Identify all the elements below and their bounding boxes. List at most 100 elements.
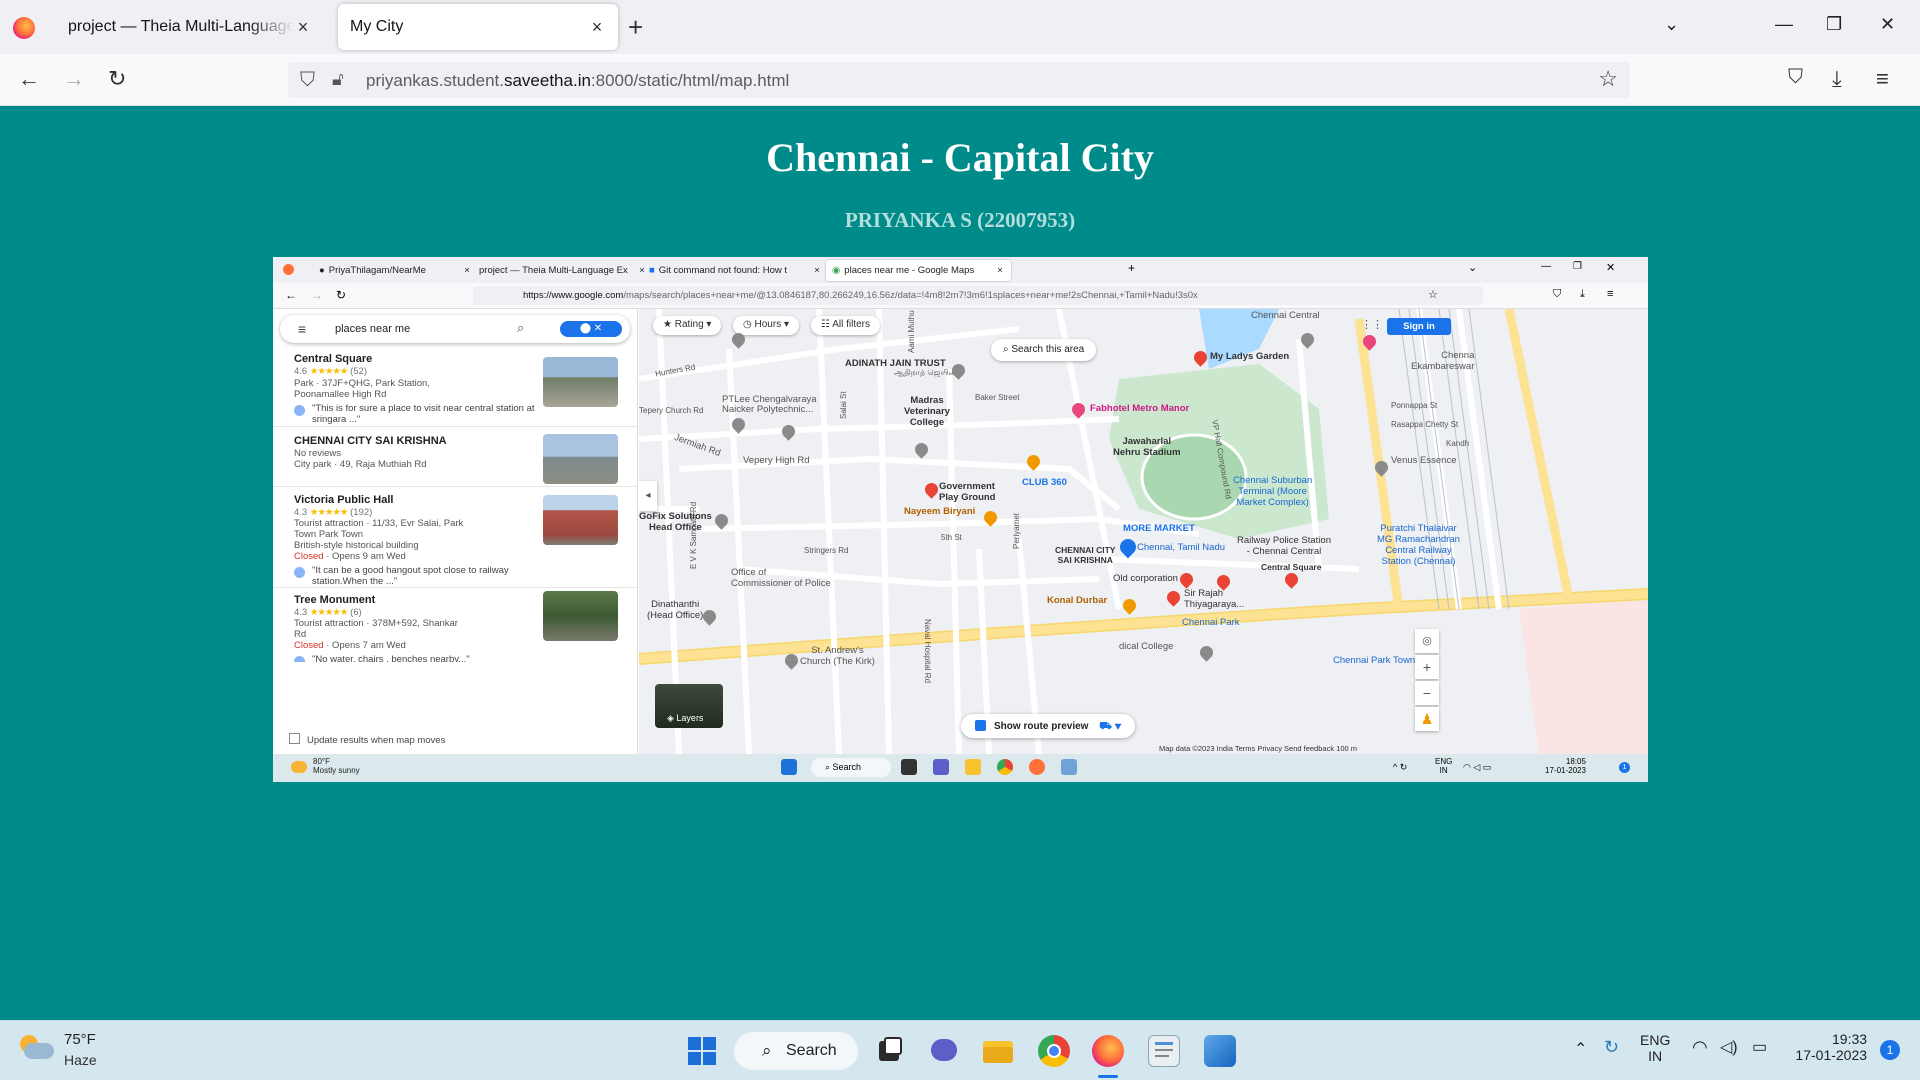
- restore-button[interactable]: ❐: [1826, 14, 1842, 35]
- result-review: "It can be a good hangout spot close to …: [294, 565, 614, 587]
- tab-project-theia[interactable]: project — Theia Multi-Language Ex ×: [56, 4, 324, 50]
- layers-button: ◈ Layers: [655, 684, 723, 728]
- notification-badge[interactable]: 1: [1880, 1040, 1900, 1060]
- result-name: Victoria Public Hall: [294, 494, 394, 506]
- filter-chip-rating: ★ Rating ▾: [653, 316, 722, 335]
- clock: 18:05 17-01-2023: [1545, 757, 1586, 775]
- search-label: Search: [786, 1042, 837, 1059]
- battery-icon[interactable]: ▭: [1752, 1037, 1767, 1057]
- result-address: Rd: [294, 629, 307, 640]
- url-bar[interactable]: ⛉ 🔓︎ priyankas.student.saveetha.in:8000/…: [288, 62, 1630, 98]
- pocket-icon: ⛉: [1553, 288, 1562, 300]
- weather-icon: [291, 761, 307, 773]
- list-tabs-icon: ⌄: [1468, 262, 1478, 274]
- weather-temp[interactable]: 75°F: [64, 1031, 96, 1048]
- map-label: Baker Street: [975, 393, 1020, 402]
- weather-haze-icon[interactable]: [20, 1035, 54, 1061]
- pegman-icon: ♟: [1415, 707, 1439, 731]
- result-rating: No reviews: [294, 448, 341, 459]
- embedded-tab: project — Theia Multi-Language Ex ×: [479, 265, 645, 276]
- embedded-tab: ● PriyaThilagam/NearMe ×: [319, 265, 470, 276]
- map-label: Venus Essence: [1391, 455, 1457, 466]
- result-rating: 4.6 ★★★★★ (52): [294, 366, 367, 377]
- map-label: Salai St: [839, 391, 848, 419]
- map-label: Chennai Park Town: [1333, 655, 1416, 666]
- page-content: Chennai - Capital City PRIYANKA S (22007…: [0, 106, 1920, 1020]
- notepad-icon[interactable]: [1148, 1035, 1180, 1067]
- show-hidden-icons-chevron[interactable]: ⌃: [1574, 1039, 1587, 1059]
- map-label: Office of Commissioner of Police: [731, 567, 831, 589]
- close-tab-icon[interactable]: ×: [588, 17, 606, 38]
- wifi-icon[interactable]: ◠: [1692, 1037, 1708, 1058]
- url-text[interactable]: priyankas.student.saveetha.in:8000/stati…: [366, 71, 789, 91]
- close-window-button[interactable]: ✕: [1880, 14, 1895, 35]
- map-label: My Ladys Garden: [1210, 351, 1290, 362]
- apps-grid-icon: ⋮⋮: [1361, 319, 1383, 331]
- map-label: E V K Sampath Rd: [689, 501, 698, 569]
- map-label: Central Square: [1261, 562, 1322, 572]
- bookmark-star-icon[interactable]: ☆: [1598, 66, 1618, 92]
- back-icon[interactable]: ←: [18, 66, 40, 92]
- taskbar-search[interactable]: ⌕ Search: [734, 1032, 858, 1070]
- app-menu-icon[interactable]: ≡: [1876, 66, 1889, 92]
- page-subtitle: PRIYANKA S (22007953): [844, 208, 1076, 232]
- result-thumbnail: [543, 495, 618, 545]
- map-label: Rasappa Chetty St: [1391, 420, 1459, 429]
- new-tab-button[interactable]: +: [628, 12, 643, 43]
- list-tabs-icon[interactable]: ⌄: [1664, 14, 1679, 35]
- minimize-button[interactable]: —: [1775, 14, 1793, 35]
- tray-chevron-icon: ^ ↻: [1393, 762, 1408, 772]
- weather-text: 80°F Mostly sunny: [313, 757, 360, 775]
- photos-icon[interactable]: [1204, 1035, 1236, 1067]
- map-label: Old corporation: [1113, 573, 1178, 584]
- pocket-icon[interactable]: ⛉: [1788, 66, 1803, 89]
- task-view-icon[interactable]: [874, 1035, 906, 1067]
- clock[interactable]: 19:33 17-01-2023: [1794, 1031, 1867, 1063]
- map-label: 5th St: [941, 533, 962, 542]
- weather-desc[interactable]: Haze: [64, 1052, 97, 1068]
- chrome-icon[interactable]: [1038, 1035, 1070, 1067]
- zoom-out-icon: −: [1415, 681, 1439, 705]
- close-icon: ✕: [1606, 262, 1616, 274]
- result-thumbnail: [543, 434, 618, 484]
- directions-close-pill: ⬤ ✕: [560, 321, 622, 337]
- embedded-tab-active: ◉ places near me - Google Maps ×: [826, 260, 1011, 281]
- start-windows-icon[interactable]: [686, 1035, 718, 1067]
- shield-icon[interactable]: ⛉: [300, 69, 315, 92]
- map-label: Chennai Suburban Terminal (Moore Market Co…: [1233, 475, 1313, 508]
- search-icon: ⌕: [762, 1041, 772, 1060]
- result-address: Tourist attraction · 11/33, Evr Salai, P…: [294, 518, 464, 529]
- map-label: GoFix Solutions Head Office: [639, 511, 712, 533]
- map-label: Chennai Park: [1182, 617, 1240, 628]
- result-address: Tourist attraction · 378M+592, Shankar: [294, 618, 458, 629]
- search-this-area-button: ⌕ Search this area: [991, 339, 1097, 361]
- tab-title: My City: [350, 18, 404, 35]
- onedrive-sync-icon[interactable]: ↻: [1604, 1037, 1619, 1058]
- reload-icon[interactable]: ↻: [108, 66, 126, 92]
- forward-icon[interactable]: →: [63, 66, 85, 92]
- result-item: Central Square 4.6 ★★★★★ (52) Park · 37J…: [273, 347, 637, 427]
- file-explorer-icon[interactable]: [982, 1035, 1014, 1067]
- insecure-lock-icon[interactable]: 🔓︎: [332, 69, 344, 90]
- search-box: ⌕ Search: [811, 758, 891, 777]
- result-rating: 4.3 ★★★★★ (192): [294, 507, 373, 518]
- map-label: CHENNAI CITY SAI KRISHNA: [1055, 545, 1116, 565]
- firefox-icon[interactable]: [13, 17, 35, 39]
- downloads-icon: ⤓: [1580, 288, 1585, 300]
- firefox-icon[interactable]: [1092, 1035, 1124, 1067]
- map-label: Railway Police Station - Chennai Central: [1237, 535, 1331, 557]
- map-label: Chenna Ekambareswar: [1411, 350, 1475, 372]
- system-tray-icons: ◠ ◁ ▭: [1463, 762, 1492, 772]
- zoom-in-icon: +: [1415, 655, 1439, 679]
- language-indicator: ENG IN: [1435, 757, 1453, 775]
- tab-my-city[interactable]: My City ×: [338, 4, 618, 50]
- volume-icon[interactable]: ◁): [1720, 1037, 1738, 1057]
- language-indicator[interactable]: ENG IN: [1640, 1032, 1670, 1064]
- close-tab-icon[interactable]: ×: [294, 17, 312, 38]
- result-thumbnail: [543, 357, 618, 407]
- firefox-icon: [283, 264, 294, 275]
- map-label: Konal Durbar: [1047, 595, 1108, 606]
- map-label: Fabhotel Metro Manor: [1090, 403, 1190, 414]
- teams-chat-icon[interactable]: [928, 1035, 960, 1067]
- downloads-icon[interactable]: ⤓: [1832, 66, 1842, 92]
